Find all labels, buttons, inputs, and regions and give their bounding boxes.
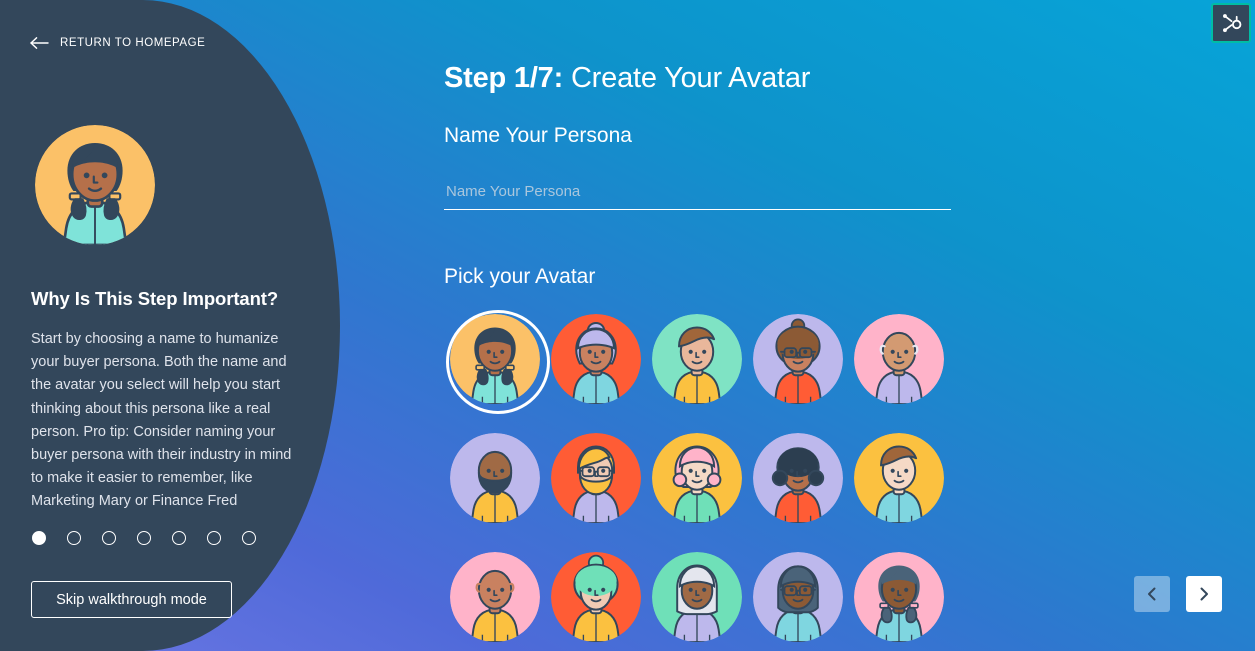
- avatar-option-2[interactable]: [551, 314, 641, 404]
- progress-dots: [32, 531, 256, 545]
- avatar-option-13[interactable]: [652, 552, 742, 642]
- avatar-option-5[interactable]: [854, 314, 944, 404]
- avatar-option-1[interactable]: [446, 310, 550, 414]
- progress-dot-7[interactable]: [242, 531, 256, 545]
- next-page-button[interactable]: [1186, 576, 1222, 612]
- why-important-title: Why Is This Step Important?: [31, 288, 279, 309]
- pagination-controls: [1134, 576, 1222, 612]
- progress-dot-3[interactable]: [102, 531, 116, 545]
- avatar-option-15[interactable]: [854, 552, 944, 642]
- name-field-label: Name Your Persona: [444, 124, 632, 147]
- step-counter: Step 1/7:: [444, 62, 564, 94]
- avatar-option-14[interactable]: [753, 552, 843, 642]
- progress-dot-1[interactable]: [32, 531, 46, 545]
- why-important-body: Start by choosing a name to humanize you…: [31, 331, 292, 510]
- avatar-option-12[interactable]: [551, 552, 641, 642]
- avatar-option-9[interactable]: [753, 433, 843, 523]
- avatar-grid: [446, 310, 960, 642]
- skip-walkthrough-button[interactable]: Skip walkthrough mode: [31, 581, 232, 618]
- avatar-option-3[interactable]: [652, 314, 742, 404]
- avatar-option-4[interactable]: [753, 314, 843, 404]
- chevron-left-icon: [1148, 587, 1156, 601]
- progress-dot-5[interactable]: [172, 531, 186, 545]
- chevron-right-icon: [1200, 587, 1208, 601]
- avatar-option-10[interactable]: [854, 433, 944, 523]
- avatar-option-11[interactable]: [450, 552, 540, 642]
- sidebar-content: RETURN TO HOMEPAGE Why Is This Step Impo…: [0, 0, 300, 651]
- hubspot-sprocket-icon: [1223, 14, 1242, 33]
- arrow-left-icon: [30, 36, 49, 50]
- previous-page-button[interactable]: [1134, 576, 1170, 612]
- avatar-option-7[interactable]: [551, 433, 641, 523]
- pick-avatar-label: Pick your Avatar: [444, 265, 596, 288]
- persona-avatar: [35, 125, 155, 245]
- hubspot-sprocket-widget[interactable]: [1211, 3, 1251, 43]
- step-title: Create Your Avatar: [570, 62, 811, 94]
- onboarding-page: RETURN TO HOMEPAGE Why Is This Step Impo…: [0, 0, 1255, 651]
- persona-name-input[interactable]: [444, 180, 951, 210]
- progress-dot-6[interactable]: [207, 531, 221, 545]
- avatar-option-8[interactable]: [652, 433, 742, 523]
- progress-dot-2[interactable]: [67, 531, 81, 545]
- page-title: Step 1/7: Create Your Avatar: [444, 62, 810, 95]
- return-link-label: RETURN TO HOMEPAGE: [60, 37, 206, 49]
- return-to-homepage-link[interactable]: RETURN TO HOMEPAGE: [30, 36, 205, 50]
- progress-dot-4[interactable]: [137, 531, 151, 545]
- sidebar: RETURN TO HOMEPAGE Why Is This Step Impo…: [0, 0, 340, 651]
- avatar-option-6[interactable]: [450, 433, 540, 523]
